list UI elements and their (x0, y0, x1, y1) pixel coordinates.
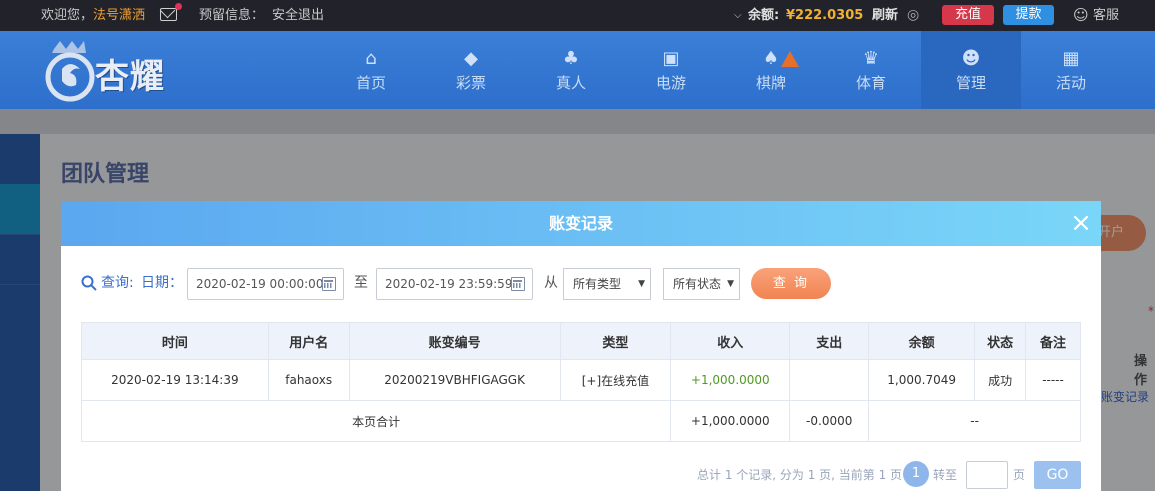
balance-amount: ¥222.0305 (786, 8, 864, 23)
modal-title: 账变记录 (548, 214, 613, 233)
nav-lottery[interactable]: ◆ 彩票 (421, 31, 521, 109)
caret-down-icon: ▼ (638, 279, 645, 289)
cell-expense (789, 359, 870, 401)
go-button[interactable]: GO (1034, 461, 1081, 489)
main-header: 杏耀 ⌂ 首页 ◆ 彩票 ♣ 真人 ▣ 电游 ♠ 棋牌 ♛ 体育 ☻ 管理 ▦ … (0, 31, 1155, 109)
cell-balance: 1,000.7049 (868, 359, 976, 401)
column-header: 状态 (974, 322, 1027, 360)
nav-management[interactable]: ☻ 管理 (921, 31, 1021, 109)
calendar-icon[interactable] (322, 277, 336, 291)
live-dealer-icon: ♣ (562, 48, 580, 69)
query-label: 查询: (101, 275, 134, 291)
nav-label: 电游 (655, 74, 686, 92)
table-header-row: 时间 用户名 账变编号 类型 收入 支出 余额 状态 备注 (81, 322, 1081, 360)
subtotal-label: 本页合计 (80, 400, 672, 442)
logo-text: 杏耀 (95, 57, 165, 97)
subtotal-expense: -0.0000 (789, 400, 870, 442)
status-select-value: 所有状态 (673, 277, 722, 291)
site-logo[interactable]: 杏耀 (40, 39, 190, 103)
nav-label: 活动 (1055, 74, 1086, 92)
welcome-text: 欢迎您， (41, 8, 94, 23)
nav-home[interactable]: ⌂ 首页 (321, 31, 421, 109)
logout-link[interactable]: 安全退出 (272, 0, 324, 31)
home-icon: ⌂ (365, 48, 377, 69)
eye-hidden-icon[interactable]: ◎ (907, 0, 919, 31)
cell-type: [+]在线充值 (559, 359, 672, 401)
column-header: 时间 (81, 322, 269, 360)
mail-icon[interactable] (160, 3, 182, 21)
nav-egame[interactable]: ▣ 电游 (621, 31, 721, 109)
end-date-input[interactable] (376, 268, 533, 300)
calendar-icon[interactable] (511, 277, 525, 291)
nav-cards[interactable]: ♠ 棋牌 (721, 31, 821, 109)
hot-badge-icon (781, 51, 799, 67)
nav-label: 管理 (955, 74, 986, 92)
type-select-value: 所有类型 (573, 277, 622, 291)
nav-label: 彩票 (455, 74, 486, 92)
pager-summary: 总计 1 个记录, 分为 1 页, 当前第 1 页 (697, 468, 903, 482)
transaction-record-modal: 账变记录 × 查询: 日期： 至 从 所有类型 ▼ 所有状态 ▼ 查 询 时间 … (61, 201, 1101, 491)
withdraw-button[interactable]: 提款 (1003, 5, 1054, 25)
nav-live[interactable]: ♣ 真人 (521, 31, 621, 109)
type-select[interactable]: 所有类型 ▼ (563, 268, 651, 300)
table-row: 2020-02-19 13:14:39 fahaoxs 20200219VBHF… (81, 359, 1081, 401)
lottery-icon: ◆ (464, 48, 478, 69)
cell-time: 2020-02-19 13:14:39 (81, 359, 269, 401)
column-header: 收入 (670, 322, 791, 360)
search-icon (81, 275, 97, 291)
customer-service-link[interactable]: 客服 (1093, 0, 1119, 31)
column-header: 支出 (789, 322, 870, 360)
caret-down-icon: ▼ (727, 279, 734, 289)
nav-sports[interactable]: ♛ 体育 (821, 31, 921, 109)
column-header: 账变编号 (348, 322, 561, 360)
slot-game-icon: ▣ (662, 48, 680, 69)
refresh-link[interactable]: 刷新 (872, 0, 898, 31)
cell-note: ----- (1025, 359, 1081, 401)
page-number-input[interactable] (966, 461, 1008, 489)
query-button[interactable]: 查 询 (751, 268, 831, 299)
date-label: 日期： (141, 275, 183, 291)
nav-label: 棋牌 (755, 74, 786, 92)
current-page-button[interactable]: 1 (903, 461, 929, 487)
status-select[interactable]: 所有状态 ▼ (663, 268, 740, 300)
goto-label: 转至 (933, 468, 958, 482)
cell-status: 成功 (974, 359, 1027, 401)
recharge-button[interactable]: 充值 (942, 5, 994, 25)
logo-emblem-icon (45, 41, 95, 102)
users-icon: ☻ (961, 48, 981, 69)
to-label: 至 (354, 275, 368, 291)
column-header: 类型 (559, 322, 672, 360)
balance-label: 余额: (748, 8, 780, 23)
from-label: 从 (544, 275, 558, 291)
close-icon[interactable]: × (1070, 210, 1092, 236)
page-unit-label: 页 (1013, 468, 1026, 482)
cell-txn-id: 20200219VBHFIGAGGK (348, 359, 561, 401)
chat-icon[interactable]: ☺ (1073, 0, 1089, 31)
column-header: 用户名 (267, 322, 350, 360)
gift-icon: ▦ (1062, 48, 1080, 69)
subtotal-row: 本页合计 +1,000.0000 -0.0000 -- (80, 400, 1081, 442)
nav-label: 真人 (555, 74, 586, 92)
card-game-icon: ♠ (762, 48, 780, 69)
nav-label: 首页 (355, 74, 386, 92)
reserved-info-label: 预留信息： (199, 8, 265, 23)
transaction-table: 时间 用户名 账变编号 类型 收入 支出 余额 状态 备注 2020-02-19… (80, 322, 1081, 442)
nav-promotions[interactable]: ▦ 活动 (1021, 31, 1121, 109)
subtotal-rest: -- (868, 400, 1081, 442)
start-date-input[interactable] (187, 268, 344, 300)
notification-dot (175, 3, 182, 10)
cell-user: fahaoxs (267, 359, 350, 401)
username-link[interactable]: 法号潇洒 (93, 0, 145, 31)
nav-label: 体育 (855, 74, 886, 92)
column-header: 余额 (868, 322, 976, 360)
chevron-down-icon[interactable]: ⌵ (734, 0, 742, 31)
cell-income: +1,000.0000 (670, 359, 791, 401)
sports-trophy-icon: ♛ (862, 48, 880, 69)
top-bar: 欢迎您， 法号潇洒 预留信息： 安全退出 ⌵ 余额: ¥222.0305 刷新 … (0, 0, 1155, 31)
column-header: 备注 (1025, 322, 1081, 360)
subtotal-income: +1,000.0000 (670, 400, 791, 442)
